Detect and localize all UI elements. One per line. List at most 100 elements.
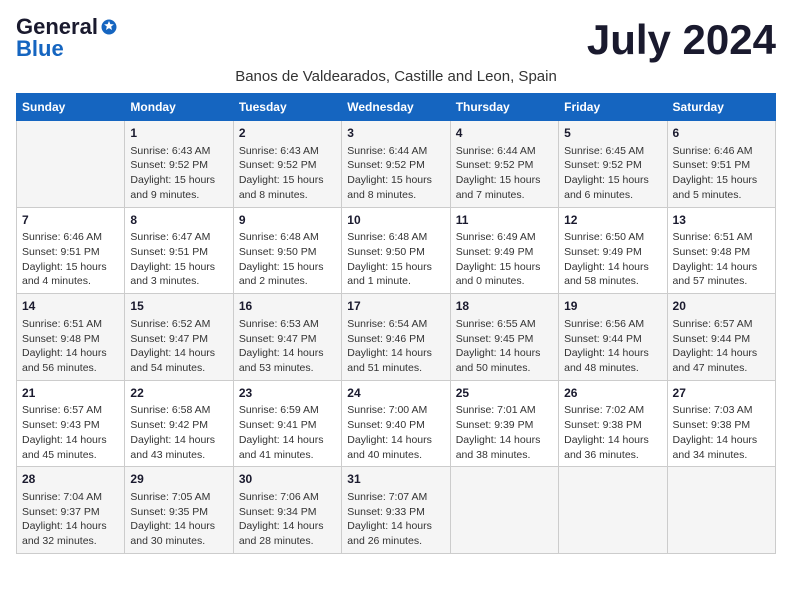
day-number: 31: [347, 471, 444, 488]
calendar-cell: 10Sunrise: 6:48 AM Sunset: 9:50 PM Dayli…: [342, 207, 450, 294]
day-info: Sunrise: 6:47 AM Sunset: 9:51 PM Dayligh…: [130, 230, 227, 289]
day-number: 27: [673, 385, 770, 402]
day-number: 22: [130, 385, 227, 402]
calendar-cell: 11Sunrise: 6:49 AM Sunset: 9:49 PM Dayli…: [450, 207, 558, 294]
day-info: Sunrise: 7:03 AM Sunset: 9:38 PM Dayligh…: [673, 403, 770, 462]
day-info: Sunrise: 6:48 AM Sunset: 9:50 PM Dayligh…: [347, 230, 444, 289]
day-info: Sunrise: 6:55 AM Sunset: 9:45 PM Dayligh…: [456, 317, 553, 376]
day-info: Sunrise: 6:56 AM Sunset: 9:44 PM Dayligh…: [564, 317, 661, 376]
calendar-header: SundayMondayTuesdayWednesdayThursdayFrid…: [17, 94, 776, 121]
calendar-body: 1 Sunrise: 6:43 AM Sunset: 9:52 PM Daylig…: [17, 121, 776, 554]
day-info: Sunrise: 6:46 AM Sunset: 9:51 PM Dayligh…: [22, 230, 119, 289]
header-day-thursday: Thursday: [450, 94, 558, 121]
calendar-cell: 6 Sunrise: 6:46 AM Sunset: 9:51 PM Daylig…: [667, 121, 775, 208]
day-info: Sunrise: 6:53 AM Sunset: 9:47 PM Dayligh…: [239, 317, 336, 376]
day-number: 12: [564, 212, 661, 229]
day-number: 25: [456, 385, 553, 402]
day-info: Sunrise: 6:59 AM Sunset: 9:41 PM Dayligh…: [239, 403, 336, 462]
header-day-sunday: Sunday: [17, 94, 125, 121]
day-number: 24: [347, 385, 444, 402]
day-number: 29: [130, 471, 227, 488]
day-number: 8: [130, 212, 227, 229]
day-info: Sunrise: 6:43 AM Sunset: 9:52 PM Dayligh…: [130, 144, 227, 203]
day-number: 17: [347, 298, 444, 315]
day-number: 16: [239, 298, 336, 315]
calendar-cell: 21Sunrise: 6:57 AM Sunset: 9:43 PM Dayli…: [17, 380, 125, 467]
calendar-cell: 2 Sunrise: 6:43 AM Sunset: 9:52 PM Daylig…: [233, 121, 341, 208]
day-info: Sunrise: 6:58 AM Sunset: 9:42 PM Dayligh…: [130, 403, 227, 462]
calendar-cell: 22Sunrise: 6:58 AM Sunset: 9:42 PM Dayli…: [125, 380, 233, 467]
calendar-cell: 13Sunrise: 6:51 AM Sunset: 9:48 PM Dayli…: [667, 207, 775, 294]
calendar-cell: [17, 121, 125, 208]
header-day-wednesday: Wednesday: [342, 94, 450, 121]
calendar-cell: [667, 467, 775, 554]
calendar-cell: 14 Sunrise: 6:51 AM Sunset: 9:48 PM Dayli…: [17, 294, 125, 381]
calendar-cell: [559, 467, 667, 554]
calendar-table: SundayMondayTuesdayWednesdayThursdayFrid…: [16, 93, 776, 554]
day-number: 9: [239, 212, 336, 229]
day-number: 6: [673, 125, 770, 142]
calendar-cell: 9Sunrise: 6:48 AM Sunset: 9:50 PM Daylig…: [233, 207, 341, 294]
day-number: 5: [564, 125, 661, 142]
day-number: 13: [673, 212, 770, 229]
location-subtitle: Banos de Valdearados, Castille and Leon,…: [16, 68, 776, 85]
calendar-cell: 25Sunrise: 7:01 AM Sunset: 9:39 PM Dayli…: [450, 380, 558, 467]
header-row: SundayMondayTuesdayWednesdayThursdayFrid…: [17, 94, 776, 121]
day-info: Sunrise: 7:00 AM Sunset: 9:40 PM Dayligh…: [347, 403, 444, 462]
calendar-week-3: 14 Sunrise: 6:51 AM Sunset: 9:48 PM Dayli…: [17, 294, 776, 381]
day-number: 23: [239, 385, 336, 402]
calendar-cell: 4Sunrise: 6:44 AM Sunset: 9:52 PM Daylig…: [450, 121, 558, 208]
calendar-week-5: 28Sunrise: 7:04 AM Sunset: 9:37 PM Dayli…: [17, 467, 776, 554]
header-day-saturday: Saturday: [667, 94, 775, 121]
day-number: 7: [22, 212, 119, 229]
calendar-cell: 20Sunrise: 6:57 AM Sunset: 9:44 PM Dayli…: [667, 294, 775, 381]
day-number: 2: [239, 125, 336, 142]
logo-blue-text: Blue: [16, 38, 64, 60]
header-day-friday: Friday: [559, 94, 667, 121]
calendar-cell: 31 Sunrise: 7:07 AM Sunset: 9:33 PM Dayli…: [342, 467, 450, 554]
day-number: 20: [673, 298, 770, 315]
day-info: Sunrise: 6:50 AM Sunset: 9:49 PM Dayligh…: [564, 230, 661, 289]
day-info: Sunrise: 7:07 AM Sunset: 9:33 PM Dayligh…: [347, 490, 444, 549]
day-info: Sunrise: 7:04 AM Sunset: 9:37 PM Dayligh…: [22, 490, 119, 549]
day-number: 3: [347, 125, 444, 142]
day-number: 11: [456, 212, 553, 229]
day-number: 30: [239, 471, 336, 488]
calendar-week-4: 21Sunrise: 6:57 AM Sunset: 9:43 PM Dayli…: [17, 380, 776, 467]
day-info: Sunrise: 6:49 AM Sunset: 9:49 PM Dayligh…: [456, 230, 553, 289]
calendar-cell: 30 Sunrise: 7:06 AM Sunset: 9:34 PM Dayli…: [233, 467, 341, 554]
day-info: Sunrise: 7:02 AM Sunset: 9:38 PM Dayligh…: [564, 403, 661, 462]
day-info: Sunrise: 6:44 AM Sunset: 9:52 PM Dayligh…: [347, 144, 444, 203]
calendar-week-1: 1 Sunrise: 6:43 AM Sunset: 9:52 PM Daylig…: [17, 121, 776, 208]
calendar-cell: 8Sunrise: 6:47 AM Sunset: 9:51 PM Daylig…: [125, 207, 233, 294]
calendar-cell: 7Sunrise: 6:46 AM Sunset: 9:51 PM Daylig…: [17, 207, 125, 294]
day-info: Sunrise: 6:46 AM Sunset: 9:51 PM Dayligh…: [673, 144, 770, 203]
calendar-cell: 29 Sunrise: 7:05 AM Sunset: 9:35 PM Dayli…: [125, 467, 233, 554]
day-info: Sunrise: 6:43 AM Sunset: 9:52 PM Dayligh…: [239, 144, 336, 203]
day-info: Sunrise: 6:48 AM Sunset: 9:50 PM Dayligh…: [239, 230, 336, 289]
day-number: 21: [22, 385, 119, 402]
logo-icon: [100, 18, 118, 36]
calendar-cell: 15Sunrise: 6:52 AM Sunset: 9:47 PM Dayli…: [125, 294, 233, 381]
month-title: July 2024: [587, 16, 776, 64]
calendar-cell: 3 Sunrise: 6:44 AM Sunset: 9:52 PM Daylig…: [342, 121, 450, 208]
calendar-cell: 26Sunrise: 7:02 AM Sunset: 9:38 PM Dayli…: [559, 380, 667, 467]
calendar-cell: [450, 467, 558, 554]
calendar-cell: 23Sunrise: 6:59 AM Sunset: 9:41 PM Dayli…: [233, 380, 341, 467]
day-info: Sunrise: 7:06 AM Sunset: 9:34 PM Dayligh…: [239, 490, 336, 549]
header-day-monday: Monday: [125, 94, 233, 121]
day-number: 14: [22, 298, 119, 315]
calendar-cell: 27Sunrise: 7:03 AM Sunset: 9:38 PM Dayli…: [667, 380, 775, 467]
page-header: General Blue July 2024: [16, 16, 776, 64]
day-info: Sunrise: 7:05 AM Sunset: 9:35 PM Dayligh…: [130, 490, 227, 549]
day-info: Sunrise: 6:52 AM Sunset: 9:47 PM Dayligh…: [130, 317, 227, 376]
calendar-cell: 16 Sunrise: 6:53 AM Sunset: 9:47 PM Dayli…: [233, 294, 341, 381]
calendar-cell: 24Sunrise: 7:00 AM Sunset: 9:40 PM Dayli…: [342, 380, 450, 467]
day-info: Sunrise: 6:44 AM Sunset: 9:52 PM Dayligh…: [456, 144, 553, 203]
day-number: 19: [564, 298, 661, 315]
day-number: 1: [130, 125, 227, 142]
day-number: 26: [564, 385, 661, 402]
calendar-week-2: 7Sunrise: 6:46 AM Sunset: 9:51 PM Daylig…: [17, 207, 776, 294]
day-info: Sunrise: 6:51 AM Sunset: 9:48 PM Dayligh…: [22, 317, 119, 376]
day-info: Sunrise: 6:51 AM Sunset: 9:48 PM Dayligh…: [673, 230, 770, 289]
